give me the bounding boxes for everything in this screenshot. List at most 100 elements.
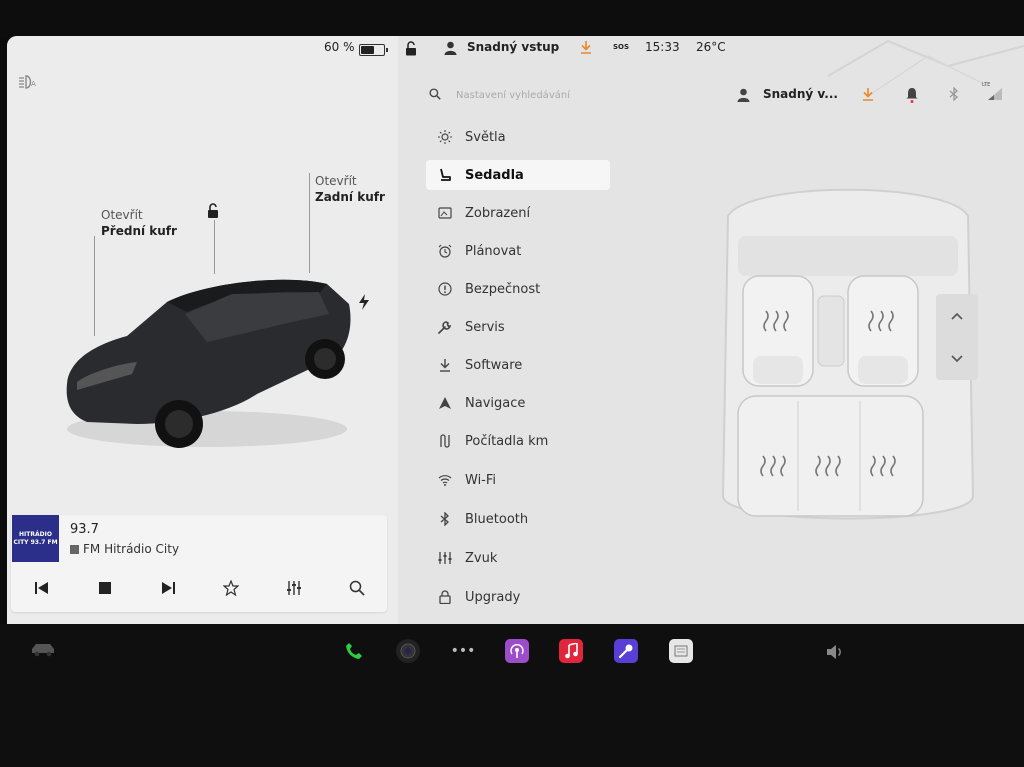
menu-label: Wi-Fi [465, 472, 497, 488]
previous-button[interactable] [30, 577, 54, 599]
menu-label: Navigace [465, 395, 526, 411]
unlocked-icon[interactable] [405, 41, 418, 56]
menu-item-bluetooth[interactable]: Bluetooth [426, 504, 610, 534]
menu-label: Zvuk [465, 550, 498, 566]
chevron-up-icon [951, 312, 963, 320]
battery-percent: 60 % [324, 40, 355, 54]
bluetooth-icon[interactable] [949, 87, 959, 101]
clock: 15:33 [645, 40, 680, 54]
rear-seat-bench[interactable] [737, 395, 924, 517]
download-icon [440, 358, 450, 372]
menu-item-upgrades[interactable]: Upgrady [426, 582, 610, 612]
screen-bezel [0, 0, 1024, 38]
menu-label: Bluetooth [465, 511, 529, 527]
camera-icon [400, 643, 416, 659]
rear-trunk-button[interactable]: Otevřít Zadní kufr [315, 173, 385, 205]
volume-icon[interactable] [826, 644, 844, 660]
driver-profile-button[interactable]: Snadný v... [763, 87, 838, 101]
next-button[interactable] [156, 577, 180, 599]
chevron-down-icon [951, 354, 963, 362]
podcast-app-button[interactable] [505, 639, 529, 663]
station-logo: HITRÁDIO CITY 93.7 FM [12, 515, 59, 562]
signal-icon [988, 88, 1002, 100]
toybox-app-button[interactable] [669, 639, 693, 663]
svg-text:A: A [31, 80, 36, 88]
menu-label: Bezpečnost [465, 281, 541, 297]
camera-app-button[interactable] [396, 639, 420, 663]
sos-indicator[interactable]: SOS [613, 43, 629, 51]
menu-item-trips[interactable]: Počítadla km [426, 426, 610, 456]
charge-port-icon[interactable] [358, 294, 370, 310]
equalizer-icon [287, 581, 301, 595]
menu-label: Počítadla km [465, 433, 549, 449]
microphone-icon [618, 644, 633, 659]
rear-trunk-label: Zadní kufr [315, 190, 385, 204]
music-app-button[interactable] [559, 639, 583, 663]
trip-icon [440, 434, 450, 448]
display-icon [438, 207, 452, 219]
bell-icon[interactable] [906, 87, 918, 103]
car-image [66, 279, 351, 448]
scroll-down-button[interactable] [936, 337, 978, 380]
front-left-seat[interactable] [742, 275, 814, 387]
more-apps-button[interactable]: ••• [450, 639, 476, 663]
phone-app-button[interactable] [342, 639, 366, 663]
unlocked-icon[interactable] [205, 203, 221, 219]
menu-item-seats[interactable]: Sedadla [426, 160, 610, 190]
front-right-seat[interactable] [847, 275, 919, 387]
menu-label: Upgrady [465, 589, 521, 605]
menu-item-display[interactable]: Zobrazení [426, 198, 610, 228]
settings-search-bar[interactable]: Nastavení vyhledávání Snadný v... LTE [398, 78, 1024, 112]
rear-trunk-action: Otevřít [315, 174, 357, 188]
download-icon[interactable] [862, 88, 874, 101]
settings-panel: Nastavení vyhledávání Snadný v... LTE Sv… [398, 36, 1024, 624]
equalizer-button[interactable] [282, 577, 306, 599]
next-icon [162, 582, 175, 594]
profile-icon [737, 88, 750, 102]
rear-trunk-line [309, 173, 310, 273]
station-frequency: 93.7 [70, 522, 99, 537]
music-note-icon [565, 643, 578, 659]
menu-item-wifi[interactable]: Wi-Fi [426, 465, 610, 495]
menu-item-software[interactable]: Software [426, 350, 610, 380]
station-name: FM Hitrádio City [70, 542, 179, 556]
karaoke-app-button[interactable] [614, 639, 638, 663]
scroll-up-button[interactable] [936, 294, 978, 337]
stop-button[interactable] [93, 577, 117, 599]
menu-item-service[interactable]: Servis [426, 312, 610, 342]
search-icon [349, 580, 365, 596]
lock-icon [439, 590, 451, 604]
bottom-dock: ••• [0, 624, 1024, 767]
menu-label: Zobrazení [465, 205, 531, 221]
menu-item-sound[interactable]: Zvuk [426, 543, 610, 573]
ellipsis-icon: ••• [450, 643, 476, 659]
wifi-icon [438, 475, 452, 486]
equalizer-icon [438, 552, 452, 564]
sun-icon [438, 130, 452, 144]
toybox-icon [674, 645, 688, 657]
media-search-button[interactable] [345, 577, 369, 599]
seat-icon [440, 168, 451, 181]
star-icon [223, 580, 239, 596]
front-trunk-button[interactable]: Otevřít Přední kufr [101, 207, 177, 239]
auto-headlight-icon[interactable]: A [18, 74, 40, 90]
search-placeholder: Nastavení vyhledávání [456, 90, 570, 101]
menu-label: Servis [465, 319, 505, 335]
tesla-screen: A Otevřít Přední kufr Otevřít Zadní kufr [7, 36, 1024, 624]
wrench-icon [438, 321, 451, 334]
driver-profile-button[interactable]: Snadný vstup [467, 40, 559, 54]
menu-item-navigation[interactable]: Navigace [426, 388, 610, 418]
search-icon [429, 88, 441, 100]
seat-scroll-control [936, 294, 978, 380]
menu-item-safety[interactable]: Bezpečnost [426, 274, 610, 304]
download-icon[interactable] [580, 41, 592, 54]
menu-label: Plánovat [465, 243, 522, 259]
alarm-clock-icon [438, 244, 452, 258]
profile-icon [444, 41, 457, 55]
menu-item-schedule[interactable]: Plánovat [426, 236, 610, 266]
favorite-button[interactable] [219, 577, 243, 599]
menu-label: Světla [465, 129, 506, 145]
outside-temperature: 26°C [696, 40, 726, 54]
menu-item-lights[interactable]: Světla [426, 122, 610, 152]
car-icon[interactable] [30, 641, 56, 657]
